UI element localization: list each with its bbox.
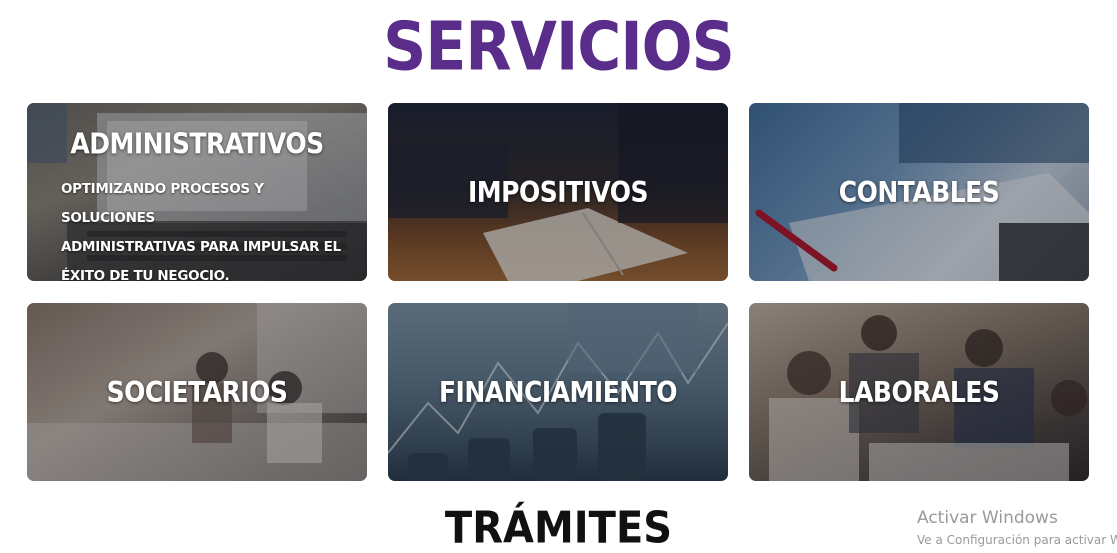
card-title: IMPOSITIVOS: [467, 175, 649, 209]
card-description-line: OPTIMIZANDO PROCESOS Y SOLUCIONES: [61, 181, 264, 226]
service-card-laborales[interactable]: LABORALES: [749, 303, 1089, 481]
card-description-line: ADMINISTRATIVAS PARA IMPULSAR EL: [61, 239, 341, 255]
services-grid: ADMINISTRATIVOS OPTIMIZANDO PROCESOS Y S…: [0, 0, 1117, 553]
services-page: SERVICIOS ADMINISTRATIVOS OPTIMIZANDO PR…: [0, 0, 1117, 553]
card-description: OPTIMIZANDO PROCESOS Y SOLUCIONES ADMINI…: [61, 175, 351, 281]
service-card-societarios[interactable]: SOCIETARIOS: [27, 303, 367, 481]
card-description-line: ÉXITO DE TU NEGOCIO.: [61, 268, 230, 281]
card-title: SOCIETARIOS: [106, 375, 288, 409]
service-card-impositivos[interactable]: IMPOSITIVOS: [388, 103, 728, 281]
service-card-financiamiento[interactable]: FINANCIAMIENTO: [388, 303, 728, 481]
card-title: FINANCIAMIENTO: [438, 375, 678, 409]
card-title: CONTABLES: [838, 175, 1000, 209]
service-card-contables[interactable]: CONTABLES: [749, 103, 1089, 281]
card-title: LABORALES: [838, 375, 1000, 409]
card-title: ADMINISTRATIVOS: [70, 126, 324, 161]
windows-activation-watermark: Activar Windows Ve a Configuración para …: [917, 507, 1117, 549]
service-card-administrativos[interactable]: ADMINISTRATIVOS OPTIMIZANDO PROCESOS Y S…: [27, 103, 367, 281]
watermark-title: Activar Windows: [917, 508, 1058, 528]
watermark-subtitle: Ve a Configuración para activar Windows.: [917, 533, 1117, 547]
